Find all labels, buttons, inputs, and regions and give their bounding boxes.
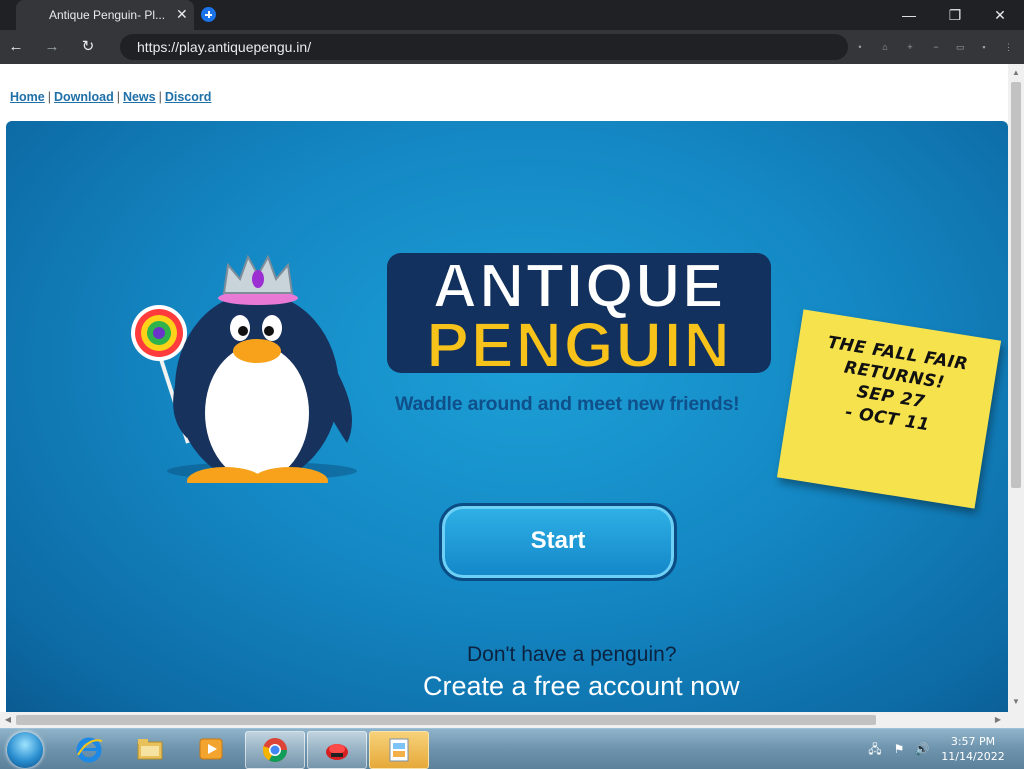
tab-bar: Antique Penguin- Pl... ✕ — ❐ ✕ — [0, 0, 1024, 30]
tab-title: Antique Penguin- Pl... — [49, 8, 166, 22]
minimize-icon[interactable]: — — [899, 6, 919, 24]
antique-penguin-icon[interactable] — [307, 731, 367, 769]
game-panel: ANTIQUE PENGUIN Waddle around and meet n… — [6, 121, 1008, 712]
antique-penguin-logo: ANTIQUE PENGUIN — [387, 251, 771, 377]
address-bar[interactable]: https://play.antiquepengu.in/ — [120, 34, 848, 60]
tagline: Waddle around and meet new friends! — [395, 393, 740, 415]
vertical-scrollbar[interactable]: ▲ ▼ — [1008, 64, 1024, 712]
browser-toolbar: ← → ↻ https://play.antiquepengu.in/ • ⌂ … — [0, 30, 1024, 64]
clock-time: 3:57 PM — [950, 735, 996, 748]
scroll-left-icon[interactable]: ◀ — [4, 716, 12, 724]
start-button-label: Start — [530, 527, 586, 554]
event-sticky-note: THE FALL FAIR RETURNS! SEP 27 - OCT 11 — [776, 309, 1002, 509]
no-account-text: Don't have a penguin? — [467, 643, 677, 666]
start-button[interactable]: Start — [439, 503, 677, 581]
create-account-link[interactable]: Create a free account now — [423, 671, 740, 702]
extension-icon[interactable]: ▭ — [956, 43, 965, 52]
extension-dot-icon[interactable]: • — [856, 43, 864, 52]
internet-explorer-icon[interactable] — [60, 731, 118, 767]
event-note-text: THE FALL FAIR RETURNS! SEP 27 - OCT 11 — [826, 332, 970, 436]
web-page: Home | Download | News | Discord ANTIQUE… — [0, 64, 1008, 712]
nav-link-discord[interactable]: Discord — [165, 90, 212, 104]
forward-icon[interactable]: → — [43, 38, 61, 56]
vertical-scroll-thumb[interactable] — [1011, 82, 1021, 488]
profile-icon[interactable]: ▪ — [980, 43, 988, 52]
paint-icon[interactable] — [369, 731, 429, 769]
chrome-icon[interactable] — [245, 731, 305, 769]
nav-link-news[interactable]: News — [123, 90, 156, 104]
nav-separator: | — [47, 90, 51, 104]
back-icon[interactable]: ← — [7, 38, 25, 56]
site-nav: Home | Download | News | Discord — [10, 90, 211, 104]
media-player-icon[interactable] — [182, 731, 240, 767]
scroll-up-icon[interactable]: ▲ — [1012, 69, 1020, 77]
clock-date: 11/14/2022 — [941, 750, 1005, 763]
horizontal-scrollbar[interactable]: ◀ ▶ — [0, 712, 1008, 728]
menu-icon[interactable]: ⋮ — [1004, 43, 1013, 52]
new-tab-icon[interactable] — [201, 7, 216, 22]
reload-icon[interactable]: ↻ — [79, 38, 97, 56]
network-icon[interactable]: 🖧 — [867, 741, 883, 757]
plus-icon[interactable]: + — [906, 43, 914, 52]
nav-separator: | — [116, 90, 120, 104]
windows-taskbar: 🖧 ⚑ 🔊 3:57 PM 11/14/2022 — [0, 728, 1024, 769]
home-icon[interactable]: ⌂ — [881, 43, 889, 52]
browser-tab[interactable]: Antique Penguin- Pl... ✕ — [16, 0, 194, 30]
action-center-icon[interactable]: ⚑ — [891, 741, 907, 757]
logo-line2: PENGUIN — [426, 309, 732, 377]
start-menu-icon[interactable] — [7, 732, 43, 768]
file-explorer-icon[interactable] — [121, 731, 179, 767]
tab-close-icon[interactable]: ✕ — [176, 6, 188, 22]
nav-link-home[interactable]: Home — [10, 90, 45, 104]
minus-icon[interactable]: − — [932, 43, 940, 52]
scroll-down-icon[interactable]: ▼ — [1012, 698, 1020, 706]
volume-icon[interactable]: 🔊 — [914, 741, 930, 757]
horizontal-scroll-thumb[interactable] — [16, 715, 876, 725]
scroll-right-icon[interactable]: ▶ — [994, 716, 1002, 724]
close-icon[interactable]: ✕ — [990, 6, 1010, 24]
url-text: https://play.antiquepengu.in/ — [137, 39, 312, 55]
nav-link-download[interactable]: Download — [54, 90, 114, 104]
nav-separator: | — [158, 90, 162, 104]
scroll-corner — [1008, 712, 1024, 728]
restore-icon[interactable]: ❐ — [945, 6, 965, 24]
system-clock[interactable]: 3:57 PM 11/14/2022 — [937, 734, 1009, 764]
penguin-mascot-icon — [131, 254, 357, 483]
